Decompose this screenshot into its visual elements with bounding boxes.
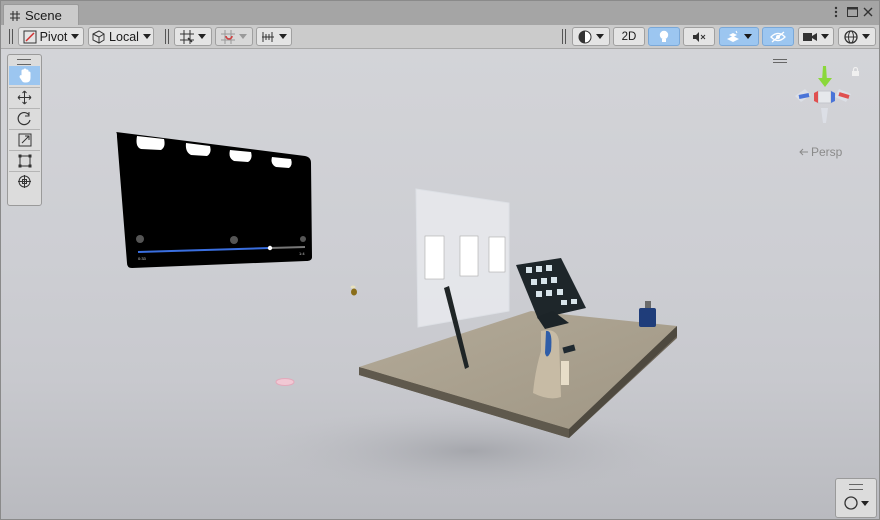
chevron-down-icon [279,34,287,39]
pivot-dropdown[interactable]: Pivot [18,27,84,46]
rect-tool-icon[interactable] [9,150,40,170]
kebab-menu-icon[interactable] [830,6,842,18]
chevron-down-icon [71,34,80,39]
bee-object [350,285,357,296]
hand-tool-icon[interactable] [9,66,40,85]
increment-snap-icon [221,29,235,44]
projection-label: Persp [811,145,843,159]
video-player-panel [116,132,312,268]
gizmo-center-cube[interactable] [817,90,832,104]
scene-toolbar: Pivot Local 2D [1,25,879,49]
toolbar-grip [562,29,566,44]
transform-tool-icon[interactable] [9,171,40,191]
scale-tool-icon[interactable] [9,129,40,149]
camera-dropdown[interactable] [798,27,834,46]
hidden-objects-icon [770,31,786,42]
compass-icon [843,496,858,510]
gizmos-dropdown[interactable] [838,27,876,46]
audio-mute-icon [693,31,706,42]
chevron-down-icon [239,34,247,39]
local-dropdown[interactable]: Local [88,27,154,46]
toolbar-grip [165,29,169,44]
hidden-objects-toggle[interactable] [762,27,794,46]
local-cube-icon [92,29,105,44]
maximize-icon[interactable] [846,6,858,18]
gallery-wall [415,188,510,328]
orientation-gizmo[interactable] [791,63,857,136]
rotate-tool-icon[interactable] [9,108,40,128]
shading-mode-dropdown[interactable] [572,27,610,46]
view-options-dropdown[interactable] [841,494,871,512]
transform-tool-palette [7,54,42,206]
chevron-down-icon [744,34,752,39]
grid-icon [10,10,20,21]
left-arrow-icon [799,148,808,156]
increment-snap-dropdown[interactable] [215,27,253,46]
grid-snap-dropdown[interactable] [174,27,212,46]
projection-toggle[interactable]: Persp [799,145,842,159]
pink-disc-object [275,378,295,386]
effects-dropdown[interactable] [719,27,759,46]
lighting-icon [659,30,669,42]
scene-canvas: 0:33 1:4 [116,132,681,496]
camera-icon [803,32,817,41]
close-icon[interactable] [862,6,874,18]
local-label: Local [109,29,139,44]
tab-scene[interactable]: Scene [3,4,79,26]
y-neg-axis-cone[interactable] [821,108,828,123]
ruler-dropdown[interactable] [256,27,292,46]
pivot-label: Pivot [39,29,68,44]
gizmos-icon [844,29,858,44]
audio-toggle[interactable] [683,27,715,46]
floor-shadow [261,406,681,496]
move-tool-icon[interactable] [9,87,40,107]
chevron-down-icon [198,34,206,39]
mode-2d-toggle[interactable]: 2D [613,27,645,46]
chevron-down-icon [860,500,869,506]
mode-2d-label: 2D [621,30,637,43]
chevron-down-icon [862,34,870,39]
scene-window: Scene Pivot Local 2D 0:33 1:4 Persp [0,0,880,520]
palette-grip [17,59,31,65]
toolbar-grip [9,29,13,44]
lighting-toggle[interactable] [648,27,680,46]
mug-object [639,301,656,327]
view-options-overlay [835,478,877,518]
tab-label: Scene [25,8,62,23]
pivot-icon [23,30,37,43]
chevron-down-icon [821,34,829,39]
chevron-down-icon [142,34,151,39]
video-time-elapsed: 0:33 [138,256,147,261]
overlay-grip [849,484,863,490]
video-time-total: 1:4 [299,251,305,256]
gizmo-grip [773,59,787,60]
chevron-down-icon [596,34,604,39]
shading-mode-icon [578,30,592,43]
ruler-icon [262,31,274,42]
tab-bar: Scene [1,1,879,26]
grid-snap-icon [180,29,194,44]
gizmo-grip [773,62,787,63]
effects-icon [727,30,739,42]
scene-viewport[interactable]: 0:33 1:4 Persp [1,49,879,519]
